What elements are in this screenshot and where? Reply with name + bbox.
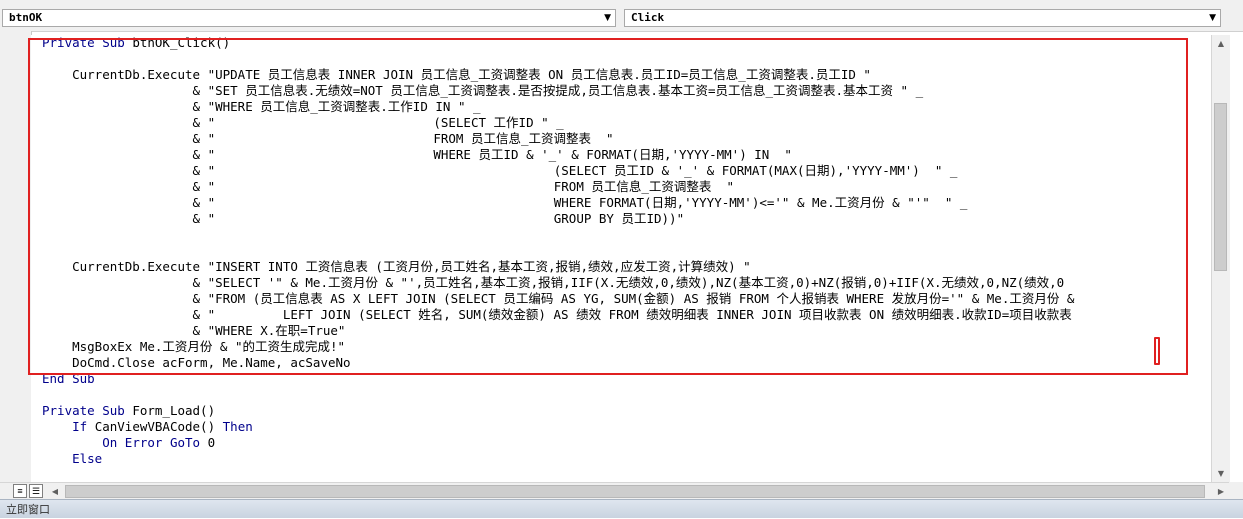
procedure-view-icon[interactable]: ≡ xyxy=(13,484,27,498)
code-line[interactable]: & " FROM 员工信息_工资调整表 " xyxy=(42,179,1074,195)
code-line[interactable]: & " GROUP BY 员工ID))" xyxy=(42,211,1074,227)
chevron-down-icon[interactable]: ▼ xyxy=(604,10,611,26)
code-line[interactable]: & " WHERE FORMAT(日期,'YYYY-MM')<='" & Me.… xyxy=(42,195,1074,211)
cursor-annotation-marker xyxy=(1154,337,1160,365)
code-line[interactable]: If CanViewVBACode() Then xyxy=(42,419,1074,435)
immediate-window-title[interactable]: 立即窗口 xyxy=(0,499,1243,518)
size-grip xyxy=(1229,482,1243,499)
code-line[interactable]: & "SET 员工信息表.无绩效=NOT 员工信息_工资调整表.是否按提成,员工… xyxy=(42,83,1074,99)
code-line[interactable]: & " (SELECT 员工ID & '_' & FORMAT(MAX(日期),… xyxy=(42,163,1074,179)
chevron-down-icon[interactable]: ▼ xyxy=(1209,10,1216,26)
code-line[interactable]: & "FROM (员工信息表 AS X LEFT JOIN (SELECT 员工… xyxy=(42,291,1075,307)
code-line[interactable]: & " FROM 员工信息_工资调整表 " xyxy=(42,131,1074,147)
code-line[interactable] xyxy=(42,227,1074,243)
horizontal-scroll-thumb[interactable] xyxy=(65,485,1205,498)
margin-indicator-bar[interactable] xyxy=(0,31,32,482)
code-line[interactable]: Private Sub btnOK_Click() xyxy=(42,35,1074,51)
code-line[interactable]: End Sub xyxy=(42,371,1074,387)
code-line[interactable]: & "WHERE 员工信息_工资调整表.工作ID IN " _ xyxy=(42,99,1074,115)
code-line[interactable]: Else xyxy=(42,451,1074,467)
code-line[interactable]: & " (SELECT 工作ID " _ xyxy=(42,115,1074,131)
code-line[interactable]: CurrentDb.Execute "INSERT INTO 工资信息表 (工资… xyxy=(42,259,1074,275)
horizontal-scrollbar[interactable]: ◀ ▶ xyxy=(47,483,1229,500)
object-combo-value: btnOK xyxy=(9,11,43,24)
vertical-scrollbar[interactable]: ▲ ▼ xyxy=(1211,35,1230,482)
horizontal-scroll-area: ≡ ☰ ◀ ▶ xyxy=(0,482,1243,500)
scroll-down-icon[interactable]: ▼ xyxy=(1212,465,1230,482)
scroll-left-icon[interactable]: ◀ xyxy=(47,483,63,500)
code-line[interactable]: & "WHERE X.在职=True" xyxy=(42,323,1074,339)
vertical-scroll-thumb[interactable] xyxy=(1214,103,1227,271)
code-line[interactable]: & " WHERE 员工ID & '_' & FORMAT(日期,'YYYY-M… xyxy=(42,147,1074,163)
scroll-up-icon[interactable]: ▲ xyxy=(1212,35,1230,52)
code-line[interactable]: & "SELECT '" & Me.工资月份 & "',员工姓名,基本工资,报销… xyxy=(42,275,1074,291)
code-line[interactable] xyxy=(42,243,1074,259)
scroll-right-icon[interactable]: ▶ xyxy=(1213,483,1229,500)
procedure-combo-value: Click xyxy=(631,11,665,24)
code-line[interactable]: Private Sub Form_Load() xyxy=(42,403,1074,419)
code-line[interactable]: MsgBoxEx Me.工资月份 & "的工资生成完成!" xyxy=(42,339,1074,355)
code-line[interactable]: DoCmd.Close acForm, Me.Name, acSaveNo xyxy=(42,355,1074,371)
code-line[interactable]: On Error GoTo 0 xyxy=(42,435,1074,451)
code-line[interactable] xyxy=(42,387,1074,403)
code-line[interactable]: CurrentDb.Execute "UPDATE 员工信息表 INNER JO… xyxy=(42,67,1074,83)
code-editor[interactable]: Private Sub btnOK_Click() CurrentDb.Exec… xyxy=(31,35,1211,482)
object-combo[interactable]: btnOK ▼ xyxy=(2,9,616,27)
code-line[interactable]: & " LEFT JOIN (SELECT 姓名, SUM(绩效金额) AS 绩… xyxy=(42,307,1074,323)
code-text[interactable]: Private Sub btnOK_Click() CurrentDb.Exec… xyxy=(42,35,1074,467)
full-module-view-icon[interactable]: ☰ xyxy=(29,484,43,498)
code-line[interactable] xyxy=(42,51,1074,67)
code-window-toolbar: btnOK ▼ Click ▼ xyxy=(0,0,1243,32)
procedure-combo[interactable]: Click ▼ xyxy=(624,9,1221,27)
